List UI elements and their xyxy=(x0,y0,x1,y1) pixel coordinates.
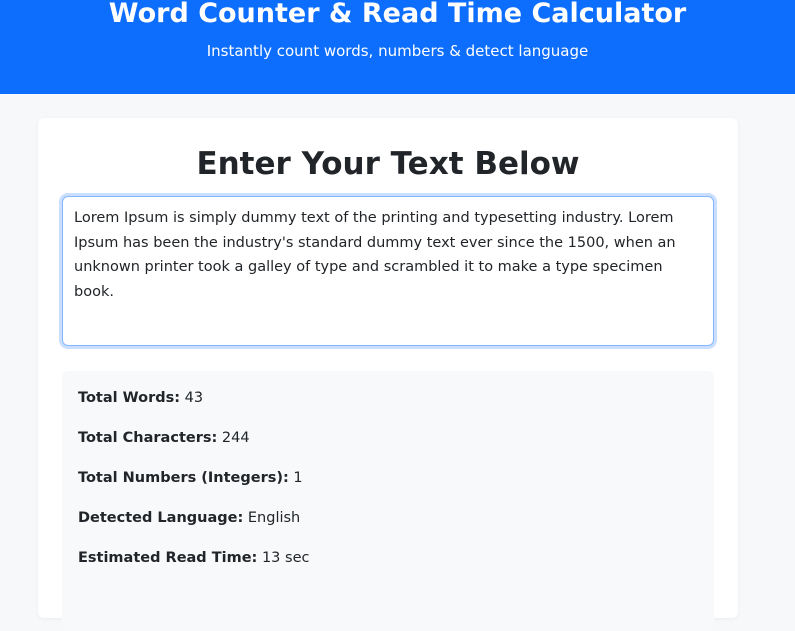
stat-read-time: Estimated Read Time: 13 sec xyxy=(78,548,309,568)
stat-total-words: Total Words: 43 xyxy=(78,388,203,408)
stat-value: 43 xyxy=(184,390,204,406)
stat-detected-language: Detected Language: English xyxy=(78,508,300,528)
stat-label: Total Words: xyxy=(78,390,181,406)
app-title: Word Counter & Read Time Calculator xyxy=(108,0,687,29)
page-header: Word Counter & Read Time Calculator Inst… xyxy=(0,0,795,94)
stat-label: Total Numbers (Integers): xyxy=(78,470,289,486)
stat-label: Detected Language: xyxy=(78,510,244,526)
stat-label: Total Characters: xyxy=(78,430,218,446)
stat-value: English xyxy=(247,510,301,526)
app-subtitle: Instantly count words, numbers & detect … xyxy=(206,42,589,60)
stats-panel: Total Words: 43 Total Characters: 244 To… xyxy=(62,371,714,631)
text-input[interactable] xyxy=(62,196,714,346)
main-card: Enter Your Text Below Total Words: 43 To… xyxy=(38,118,738,631)
stat-label: Estimated Read Time: xyxy=(78,550,258,566)
stat-total-numbers: Total Numbers (Integers): 1 xyxy=(78,468,303,488)
stat-value: 13 sec xyxy=(261,550,310,566)
stat-value: 1 xyxy=(293,470,303,486)
stat-value: 244 xyxy=(221,430,250,446)
stat-total-characters: Total Characters: 244 xyxy=(78,428,250,448)
input-heading: Enter Your Text Below xyxy=(196,146,580,182)
